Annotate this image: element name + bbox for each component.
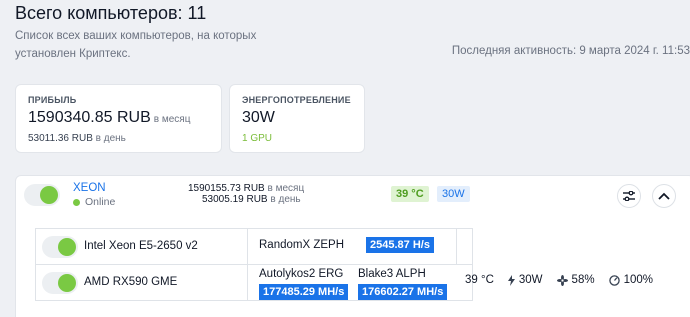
- column-divider: [247, 265, 248, 301]
- energy-card: ЭНЕРГОПОТРЕБЛЕНИЕ 30W 1 GPU: [229, 84, 365, 153]
- algorithm-name: Autolykos2 ERG: [259, 268, 344, 280]
- profit-value-row: 1590340.85 RUB в месяц: [28, 109, 190, 127]
- gpu-load-value: 100%: [623, 274, 653, 286]
- gpu-load: 100%: [608, 274, 653, 286]
- hardware-toggle-cpu[interactable]: [42, 236, 78, 258]
- temperature-badge: 39 °C: [391, 186, 429, 202]
- profit-day-value: 53011.36 RUB: [28, 133, 93, 144]
- toggle-knob: [40, 186, 58, 204]
- device-status-text: Online: [85, 196, 116, 208]
- device-status: Online: [73, 196, 115, 208]
- online-dot-icon: [73, 198, 80, 206]
- power-badge: 30W: [437, 186, 470, 202]
- device-day-value: 53005.19 RUB: [202, 194, 268, 205]
- hashrate-badge: 176602.27 MH/s: [358, 284, 448, 300]
- device-day-unit: в день: [270, 194, 301, 205]
- device-settings-button[interactable]: [617, 184, 641, 208]
- last-activity: Последняя активность: 9 марта 2024 г. 11…: [451, 45, 690, 57]
- collapse-button[interactable]: [652, 184, 676, 208]
- gpu-fan: 58%: [556, 274, 595, 286]
- device-earnings: 1590155.73 RUB в месяц 53005.19 RUB в де…: [188, 183, 304, 205]
- column-divider: [456, 229, 457, 265]
- device-month-row: 1590155.73 RUB в месяц: [188, 183, 304, 194]
- gauge-icon: [608, 274, 620, 286]
- page-title: Всего компьютеров: 11: [15, 3, 207, 23]
- hardware-toggle-gpu[interactable]: [42, 272, 78, 294]
- energy-value: 30W: [242, 109, 275, 126]
- profit-day-unit: в день: [95, 133, 126, 144]
- page-subtitle: Список всех ваших компьютеров, на которы…: [15, 30, 257, 60]
- device-card: XEON Online 1590155.73 RUB в месяц 53005…: [15, 175, 690, 317]
- device-month-unit: в месяц: [267, 183, 305, 194]
- device-toggle[interactable]: [24, 184, 60, 206]
- device-month-value: 1590155.73 RUB: [188, 183, 265, 194]
- profit-month-value: 1590340.85 RUB: [28, 109, 151, 126]
- energy-gpu-count: 1 GPU: [242, 133, 273, 144]
- gpu-power-value: 30W: [518, 274, 543, 286]
- hardware-row: Intel Xeon E5-2650 v2 RandomX ZEPH 2545.…: [36, 229, 472, 265]
- chevron-up-icon: [658, 192, 670, 200]
- gpu-temp-value: 39 °C: [465, 274, 494, 286]
- hardware-table: Intel Xeon E5-2650 v2 RandomX ZEPH 2545.…: [35, 228, 473, 301]
- lightning-icon: [507, 274, 515, 286]
- profit-card: ПРИБЫЛЬ 1590340.85 RUB в месяц 53011.36 R…: [15, 84, 222, 153]
- gpu-power: 30W: [507, 274, 543, 286]
- hardware-row: AMD RX590 GME Autolykos2 ERG 177485.29 M…: [36, 265, 472, 301]
- fan-icon: [556, 274, 568, 286]
- device-day-row: 53005.19 RUB в день: [188, 194, 304, 205]
- energy-label: ЭНЕРГОПОТРЕБЛЕНИЕ: [242, 95, 351, 105]
- sliders-icon: [623, 191, 635, 201]
- profit-label: ПРИБЫЛЬ: [28, 95, 77, 105]
- profit-day-row: 53011.36 RUB в день: [28, 133, 126, 144]
- algorithm-name: RandomX ZEPH: [259, 239, 345, 251]
- profit-month-unit: в месяц: [153, 114, 191, 125]
- hashrate-badge: 2545.87 H/s: [366, 237, 434, 253]
- device-name-link[interactable]: XEON: [73, 182, 106, 194]
- algorithm-name: Blake3 ALPH: [358, 268, 426, 280]
- gpu-temp: 39 °C: [465, 274, 494, 286]
- gpu-fan-value: 58%: [571, 274, 595, 286]
- gpu-stats: 39 °C 30W 58% 100%: [465, 274, 653, 286]
- hardware-name: Intel Xeon E5-2650 v2: [84, 240, 198, 252]
- hardware-name: AMD RX590 GME: [84, 276, 178, 288]
- toggle-knob: [58, 274, 76, 292]
- hashrate-badge: 177485.29 MH/s: [259, 284, 349, 300]
- toggle-knob: [58, 238, 76, 256]
- column-divider: [247, 229, 248, 265]
